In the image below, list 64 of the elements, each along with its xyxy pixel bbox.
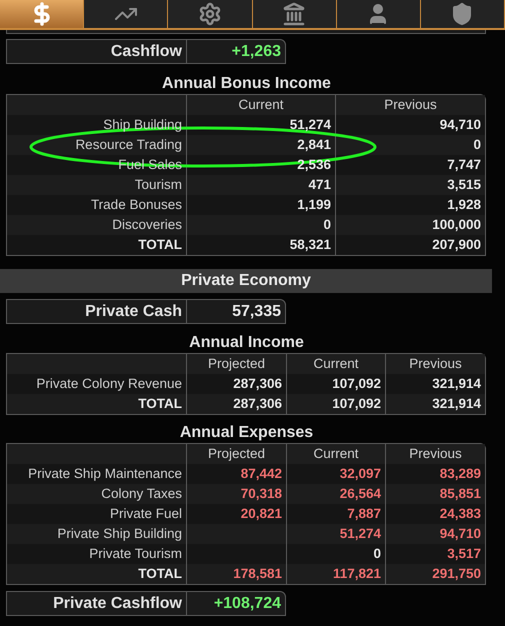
summary-value: +1,263 bbox=[230, 42, 282, 62]
table-cell-text: 94,710 bbox=[440, 116, 481, 134]
table-cell-text: 3,517 bbox=[447, 545, 481, 563]
table-cell-text: 117,821 bbox=[332, 565, 381, 583]
table-cell-text: 20,821 bbox=[240, 505, 282, 523]
summary-value: +108,724 bbox=[212, 594, 282, 614]
table-cell-text: 321,914 bbox=[432, 375, 481, 393]
table-cell-text: 3,515 bbox=[447, 176, 481, 194]
table-cell-text: 291,750 bbox=[432, 565, 481, 583]
column-header: Previous bbox=[408, 445, 463, 463]
table-cell-text: 85,851 bbox=[440, 485, 481, 503]
row-label: Private Fuel bbox=[110, 505, 182, 523]
row-label: TOTAL bbox=[138, 395, 182, 413]
table-cell-text: 83,289 bbox=[440, 465, 481, 483]
table-cell-text: 51,274 bbox=[340, 525, 381, 543]
row-label: Private Ship Building bbox=[57, 525, 182, 543]
summary-value: 57,335 bbox=[231, 302, 282, 322]
table-cell-text: 0 bbox=[373, 545, 381, 563]
gear-icon bbox=[198, 2, 222, 26]
table-cell-text: 178,581 bbox=[233, 565, 282, 583]
table-cell-text: 87,442 bbox=[240, 465, 282, 483]
tab[interactable] bbox=[0, 0, 84, 28]
summary-label: Private Cashflow bbox=[7, 592, 187, 615]
table-cell-text: 7,887 bbox=[347, 505, 381, 523]
row-label: Resource Trading bbox=[75, 136, 182, 154]
row-label: TOTAL bbox=[138, 236, 182, 254]
table-cell-text: 94,710 bbox=[440, 525, 481, 543]
section-heading: Annual Income bbox=[188, 333, 305, 353]
row-label: Private Ship Maintenance bbox=[28, 465, 182, 483]
row-label: Trade Bonuses bbox=[90, 196, 182, 214]
column-header: Previous bbox=[383, 96, 438, 114]
summary-label: Private Cash bbox=[7, 300, 187, 323]
table-cell-text: 287,306 bbox=[233, 395, 282, 413]
section-heading: Annual Bonus Income bbox=[161, 74, 332, 94]
row-label: Private Colony Revenue bbox=[36, 375, 182, 393]
row-label: Tourism bbox=[134, 176, 182, 194]
table-cell-text: 287,306 bbox=[233, 375, 282, 393]
table-cell-text: 207,900 bbox=[432, 236, 481, 254]
table-cell-text: 0 bbox=[473, 136, 481, 154]
table-cell-text: 24,383 bbox=[440, 505, 481, 523]
table-cell-text: 51,274 bbox=[290, 116, 331, 134]
row-label: Private Tourism bbox=[89, 545, 182, 563]
table-cell-text: 1,199 bbox=[297, 196, 331, 214]
table-cell-text: 26,564 bbox=[340, 485, 381, 503]
table-cell-text: 100,000 bbox=[432, 216, 481, 234]
table-cell-text: 0 bbox=[323, 216, 331, 234]
table-cell-text: 471 bbox=[308, 176, 331, 194]
table-cell-text: 321,914 bbox=[432, 395, 481, 413]
bank-icon bbox=[282, 2, 306, 26]
summary-label: Cashflow bbox=[7, 40, 187, 63]
table-cell-text: 58,321 bbox=[290, 236, 331, 254]
table-cell-text: 107,092 bbox=[332, 395, 381, 413]
table-cell-text: 32,097 bbox=[340, 465, 381, 483]
table-cell-text: 107,092 bbox=[332, 375, 381, 393]
row-label: Discoveries bbox=[112, 216, 182, 234]
table-cell-text: 1,928 bbox=[447, 196, 481, 214]
row-label: TOTAL bbox=[138, 565, 182, 583]
table-cell-text: 2,841 bbox=[297, 136, 331, 154]
table-cell-text: 7,747 bbox=[447, 156, 481, 174]
column-header: Previous bbox=[408, 355, 463, 373]
table-cell-text: 70,318 bbox=[240, 485, 282, 503]
section-bar: Private Economy bbox=[0, 269, 492, 293]
row-label: Colony Taxes bbox=[101, 485, 182, 503]
section-heading: Annual Expenses bbox=[178, 423, 314, 443]
